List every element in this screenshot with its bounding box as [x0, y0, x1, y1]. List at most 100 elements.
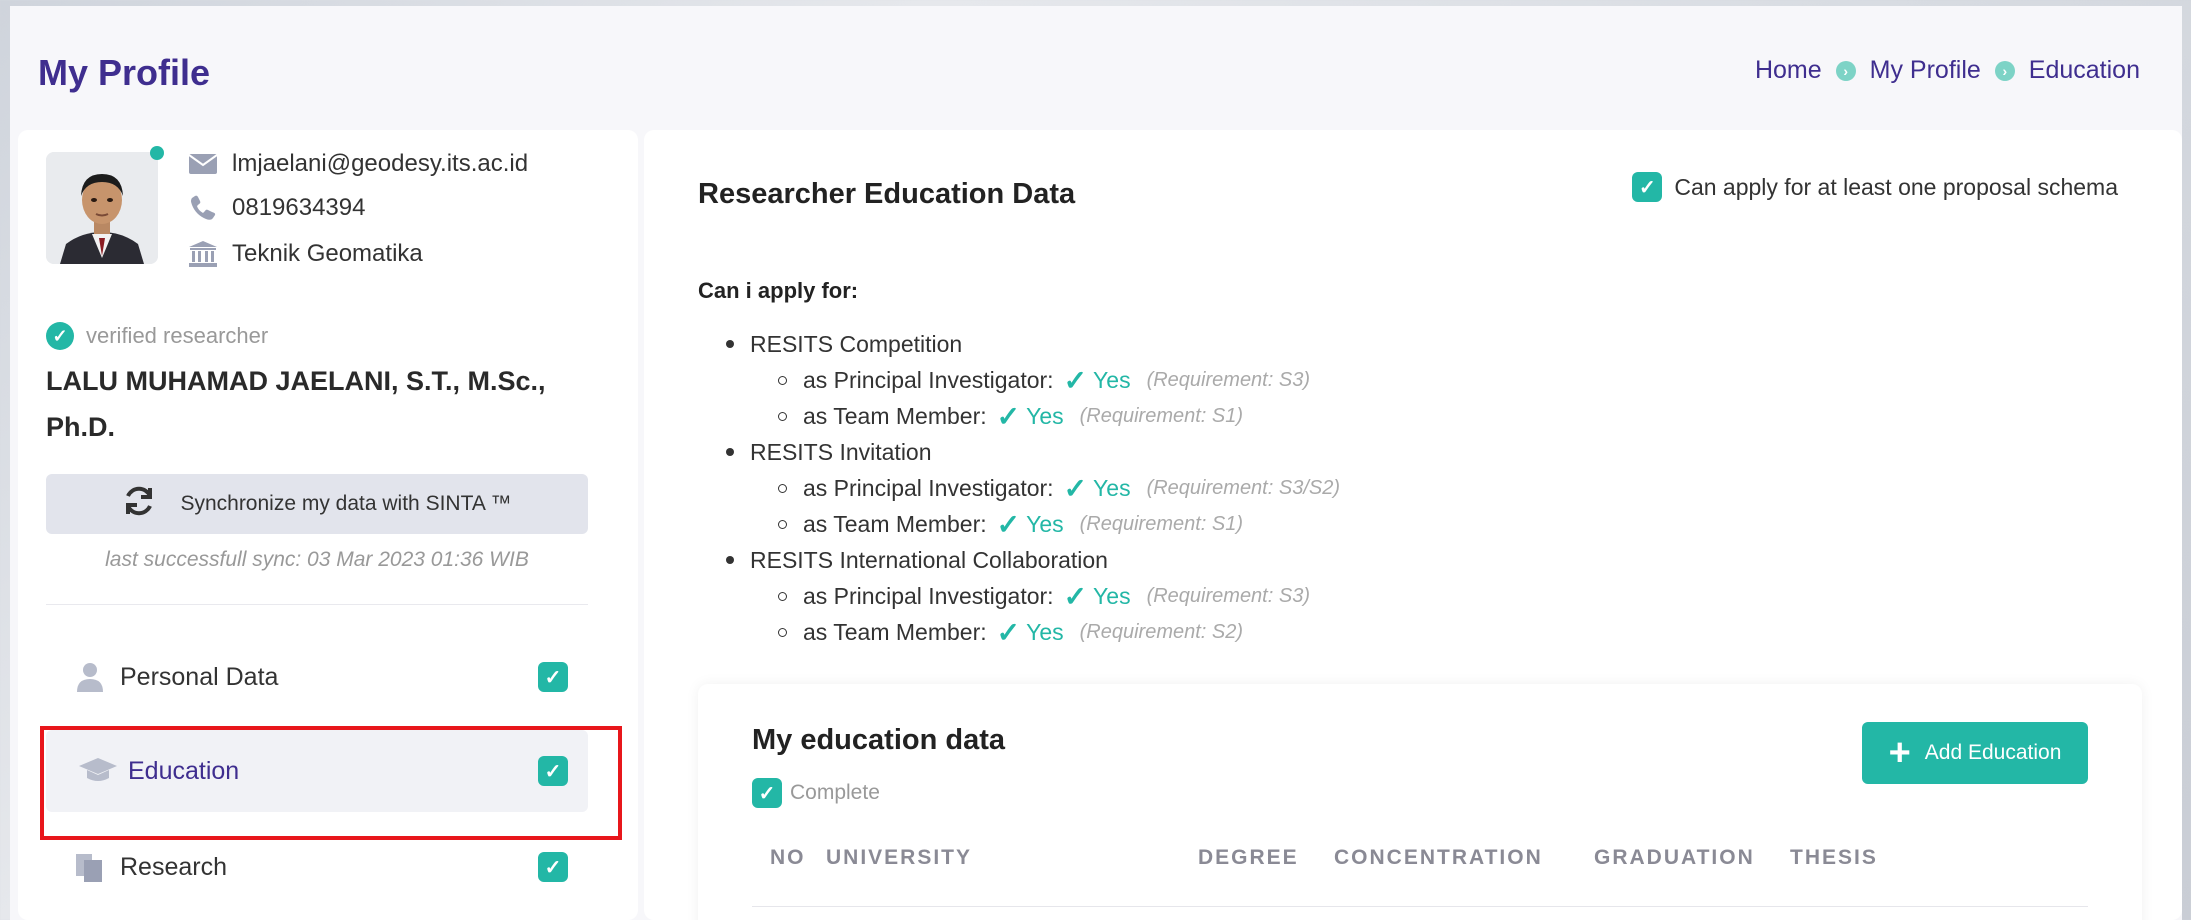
- table-divider: [752, 906, 2088, 907]
- role-status: ✓ Yes: [997, 400, 1064, 433]
- role-label: as Principal Investigator:: [803, 474, 1054, 501]
- apply-label: Can i apply for:: [698, 278, 859, 303]
- checkbox-checked-icon: ✓: [1632, 172, 1663, 202]
- role-status: ✓ Yes: [997, 508, 1064, 541]
- role-label: as Team Member:: [803, 402, 987, 429]
- checkbox-checked-icon: ✓: [752, 778, 782, 808]
- education-card: My education data ✓ Complete + Add Educa…: [698, 684, 2142, 920]
- requirement-text: (Requirement: S3): [1146, 368, 1310, 391]
- status-text: Yes: [1026, 402, 1064, 429]
- role-status: ✓ Yes: [997, 616, 1064, 649]
- checkbox-checked-icon: ✓: [538, 852, 568, 882]
- status-text: Complete: [790, 781, 880, 804]
- highlight-box: [40, 726, 622, 840]
- envelope-icon: [188, 150, 218, 178]
- scheme-name: RESITS Invitation: [750, 438, 932, 465]
- column-header-graduation[interactable]: GRADUATION: [1594, 846, 1755, 870]
- breadcrumb-my-profile[interactable]: My Profile: [1870, 56, 1981, 85]
- user-icon: [70, 662, 110, 692]
- check-circle-icon: ✓: [46, 322, 74, 350]
- scheme-item: RESITS Competition: [726, 326, 1340, 362]
- scheme-role: as Principal Investigator: ✓ Yes (Require…: [726, 578, 1340, 614]
- sync-icon: [122, 484, 156, 524]
- verified-badge: ✓ verified researcher: [46, 322, 268, 350]
- bullet-ring-icon: [778, 411, 787, 421]
- online-status-dot: [150, 146, 164, 160]
- role-label: as Principal Investigator:: [803, 582, 1054, 609]
- requirement-text: (Requirement: S1): [1079, 512, 1244, 535]
- add-education-label: Add Education: [1924, 741, 2062, 764]
- column-header-concentration[interactable]: CONCENTRATION: [1334, 846, 1543, 870]
- bullet-icon: [726, 556, 734, 564]
- main-panel: Researcher Education Data ✓ Can apply fo…: [644, 130, 2182, 920]
- status-text: Yes: [1026, 618, 1064, 645]
- avatar: [46, 152, 158, 264]
- scheme-role: as Principal Investigator: ✓ Yes (Require…: [726, 362, 1340, 398]
- scheme-item: RESITS International Collaboration: [726, 542, 1340, 578]
- add-education-button[interactable]: + Add Education: [1862, 722, 2088, 784]
- status-text: Yes: [1093, 474, 1131, 501]
- last-sync-note: last successfull sync: 03 Mar 2023 01:36…: [105, 548, 529, 571]
- bullet-icon: [726, 340, 734, 348]
- requirement-text: (Requirement: S1): [1079, 404, 1244, 427]
- breadcrumb: Home › My Profile › Education: [1755, 56, 2140, 85]
- email-text: lmjaelani@geodesy.its.ac.id: [232, 150, 529, 177]
- sync-sinta-button[interactable]: Synchronize my data with SINTA ™: [46, 474, 588, 534]
- scheme-list: RESITS Competition as Principal Investig…: [726, 326, 1340, 650]
- column-header-no[interactable]: NO: [770, 846, 806, 870]
- checkmark-icon: ✓: [1063, 472, 1088, 504]
- breadcrumb-education: Education: [2028, 56, 2140, 84]
- bullet-ring-icon: [778, 519, 787, 529]
- section-title: Researcher Education Data: [698, 178, 1076, 210]
- checkmark-icon: ✓: [996, 400, 1021, 432]
- bullet-ring-icon: [778, 375, 787, 385]
- checkmark-icon: ✓: [1063, 580, 1088, 612]
- checkmark-icon: ✓: [996, 508, 1021, 540]
- sync-button-label: Synchronize my data with SINTA ™: [180, 492, 512, 515]
- column-header-degree[interactable]: DEGREE: [1198, 846, 1299, 870]
- bullet-icon: [726, 448, 734, 456]
- requirement-text: (Requirement: S2): [1079, 620, 1244, 643]
- checkbox-checked-icon: ✓: [538, 662, 568, 692]
- verified-label: verified researcher: [86, 323, 269, 348]
- sidebar-item-personal-data[interactable]: Personal Data ✓: [46, 636, 588, 718]
- role-status: ✓ Yes: [1064, 472, 1131, 505]
- schema-eligibility-note: ✓ Can apply for at least one proposal sc…: [1632, 172, 2118, 202]
- bullet-ring-icon: [778, 483, 787, 493]
- contact-email: lmjaelani@geodesy.its.ac.id: [188, 150, 528, 178]
- scheme-role: as Team Member: ✓ Yes (Requirement: S1): [726, 506, 1340, 542]
- researcher-name: LALU MUHAMAD JAELANI, S.T., M.Sc., Ph.D.: [46, 366, 546, 442]
- column-header-thesis[interactable]: THESIS: [1790, 846, 1878, 870]
- bullet-ring-icon: [778, 591, 787, 601]
- institution-icon: [188, 240, 218, 268]
- sidebar-item-label: Research: [120, 852, 227, 881]
- chevron-right-icon: ›: [1835, 60, 1856, 81]
- sidebar-item-label: Personal Data: [120, 662, 279, 691]
- scheme-role: as Principal Investigator: ✓ Yes (Require…: [726, 470, 1340, 506]
- education-status: ✓ Complete: [752, 778, 880, 808]
- checkmark-icon: ✓: [996, 616, 1021, 648]
- role-status: ✓ Yes: [1064, 580, 1131, 613]
- phone-icon: [188, 194, 218, 222]
- scheme-item: RESITS Invitation: [726, 434, 1340, 470]
- role-label: as Principal Investigator:: [803, 366, 1054, 393]
- plus-icon: +: [1888, 732, 1911, 774]
- sidebar-divider: [46, 604, 588, 605]
- role-label: as Team Member:: [803, 618, 987, 645]
- department-text: Teknik Geomatika: [232, 240, 423, 267]
- breadcrumb-home[interactable]: Home: [1755, 56, 1822, 85]
- role-label: as Team Member:: [803, 510, 987, 537]
- chevron-right-icon: ›: [1994, 60, 2015, 81]
- column-header-university[interactable]: UNIVERSITY: [826, 846, 972, 870]
- status-text: Yes: [1026, 510, 1064, 537]
- status-text: Yes: [1093, 366, 1131, 393]
- scheme-role: as Team Member: ✓ Yes (Requirement: S2): [726, 614, 1340, 650]
- scheme-role: as Team Member: ✓ Yes (Requirement: S1): [726, 398, 1340, 434]
- requirement-text: (Requirement: S3/S2): [1146, 476, 1340, 499]
- page-title: My Profile: [38, 52, 211, 93]
- schema-note-text: Can apply for at least one proposal sche…: [1674, 173, 2118, 200]
- role-status: ✓ Yes: [1064, 364, 1131, 397]
- status-text: Yes: [1093, 582, 1131, 609]
- documents-icon: [70, 852, 110, 882]
- scheme-name: RESITS Competition: [750, 330, 963, 357]
